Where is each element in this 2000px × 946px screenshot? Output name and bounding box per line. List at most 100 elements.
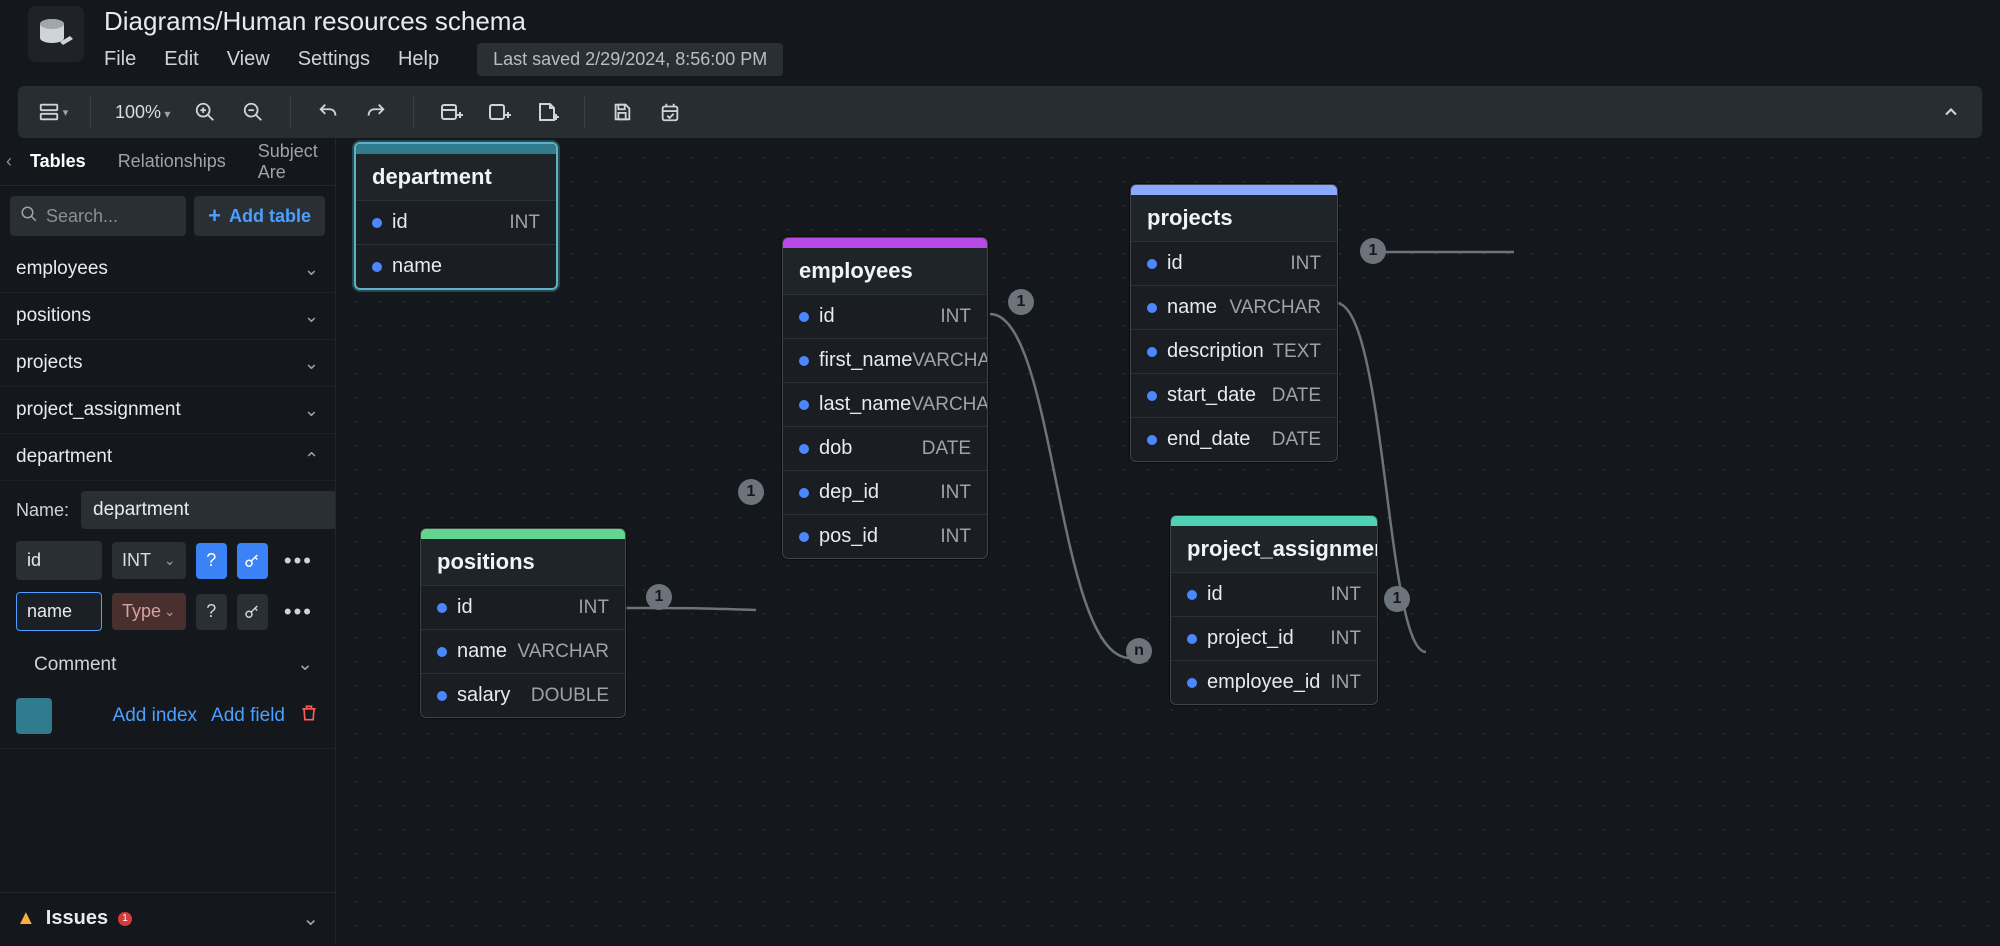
issues-panel-toggle[interactable]: ▲ Issues 1 ⌄ — [0, 892, 335, 944]
sidebar-item-projects[interactable]: projects ⌄ — [0, 340, 335, 387]
chevron-down-icon: ⌄ — [302, 906, 319, 931]
table-card-employees[interactable]: employees idINT first_nameVARCHAR last_n… — [782, 237, 988, 559]
add-table-icon[interactable] — [432, 93, 470, 131]
column-name: pos_id — [819, 525, 878, 548]
table-column[interactable]: first_nameVARCHAR — [783, 338, 987, 382]
field-name-input[interactable] — [16, 592, 102, 631]
column-name: end_date — [1167, 428, 1250, 451]
menu-settings[interactable]: Settings — [298, 48, 370, 71]
table-column[interactable]: idINT — [783, 294, 987, 338]
table-card-department[interactable]: department id INT name — [354, 142, 558, 290]
column-type: INT — [1290, 253, 1321, 275]
field-type-select[interactable]: INT ⌄ — [112, 542, 186, 579]
table-card-project-assignment[interactable]: project_assignment idINT project_idINT e… — [1170, 515, 1378, 705]
field-name-input[interactable] — [16, 541, 102, 580]
field-type-select[interactable]: Type ⌄ — [112, 593, 186, 630]
primary-key-toggle[interactable] — [237, 594, 268, 630]
column-type: INT — [578, 597, 609, 619]
table-column[interactable]: dep_idINT — [783, 470, 987, 514]
add-index-button[interactable]: Add index — [113, 705, 198, 727]
chevron-down-icon: ⌄ — [304, 353, 319, 374]
layout-dropdown[interactable]: ▾ — [34, 93, 72, 131]
comment-label: Comment — [34, 654, 116, 676]
table-column[interactable]: id INT — [356, 200, 556, 244]
table-card-projects[interactable]: projects idINT nameVARCHAR descriptionTE… — [1130, 184, 1338, 462]
table-column[interactable]: start_dateDATE — [1131, 373, 1337, 417]
chevron-down-icon: ⌄ — [304, 306, 319, 327]
column-type: VARCHAR — [518, 641, 610, 663]
tab-tables[interactable]: Tables — [16, 141, 100, 182]
menu-edit[interactable]: Edit — [164, 48, 198, 71]
table-column[interactable]: last_nameVARCHAR — [783, 382, 987, 426]
zoom-out-icon[interactable] — [234, 93, 272, 131]
add-table-label: Add table — [229, 206, 311, 227]
collapse-toolbar-icon[interactable] — [1932, 93, 1970, 131]
breadcrumb[interactable]: Diagrams/Human resources schema — [104, 6, 783, 37]
comment-toggle[interactable]: Comment ⌄ — [16, 643, 319, 682]
column-type: INT — [940, 306, 971, 328]
redo-icon[interactable] — [357, 93, 395, 131]
column-name: last_name — [819, 393, 911, 416]
table-column[interactable]: idINT — [1171, 572, 1377, 616]
field-more-icon[interactable]: ••• — [278, 599, 319, 625]
table-card-positions[interactable]: positions idINT nameVARCHAR salaryDOUBLE — [420, 528, 626, 718]
nullable-toggle[interactable]: ? — [196, 594, 227, 630]
menu-view[interactable]: View — [227, 48, 270, 71]
app-logo[interactable] — [28, 6, 84, 62]
table-column[interactable]: nameVARCHAR — [1131, 285, 1337, 329]
tab-relationships[interactable]: Relationships — [104, 141, 240, 182]
sidebar-item-project-assignment[interactable]: project_assignment ⌄ — [0, 387, 335, 434]
column-type: INT — [509, 212, 540, 234]
tab-subject-areas[interactable]: Subject Are — [244, 131, 332, 193]
search-icon — [20, 205, 38, 228]
table-column[interactable]: name — [356, 244, 556, 288]
add-area-icon[interactable] — [480, 93, 518, 131]
cardinality-badge: 1 — [1360, 238, 1386, 264]
add-field-button[interactable]: Add field — [211, 705, 285, 727]
sidebar-item-employees[interactable]: employees ⌄ — [0, 246, 335, 293]
sidebar-item-label: employees — [16, 258, 108, 280]
primary-key-toggle[interactable] — [237, 543, 268, 579]
table-column[interactable]: idINT — [421, 585, 625, 629]
table-column[interactable]: descriptionTEXT — [1131, 329, 1337, 373]
nullable-toggle[interactable]: ? — [196, 543, 227, 579]
field-type-label: INT — [122, 550, 151, 571]
delete-table-icon[interactable] — [299, 703, 319, 729]
column-type: DOUBLE — [531, 685, 609, 707]
autosave-icon[interactable] — [651, 93, 689, 131]
table-column[interactable]: end_date DATE — [1131, 417, 1337, 461]
table-title: employees — [783, 248, 987, 294]
table-name-input[interactable] — [81, 491, 335, 529]
sidebar-item-label: project_assignment — [16, 399, 181, 421]
table-column[interactable]: project_idINT — [1171, 616, 1377, 660]
column-type: DATE — [1272, 429, 1321, 451]
search-input[interactable] — [46, 206, 176, 227]
plus-icon: + — [208, 203, 221, 229]
add-note-icon[interactable] — [528, 93, 566, 131]
table-column[interactable]: salaryDOUBLE — [421, 673, 625, 717]
field-type-label: Type — [122, 601, 161, 622]
table-column[interactable]: dobDATE — [783, 426, 987, 470]
field-more-icon[interactable]: ••• — [278, 548, 319, 574]
search-box[interactable] — [10, 196, 186, 236]
diagram-canvas[interactable]: department id INT name employees idINT f… — [336, 138, 2000, 944]
zoom-in-icon[interactable] — [186, 93, 224, 131]
column-name: project_id — [1207, 627, 1294, 650]
save-icon[interactable] — [603, 93, 641, 131]
table-column[interactable]: idINT — [1131, 241, 1337, 285]
add-table-button[interactable]: + Add table — [194, 196, 325, 236]
table-column[interactable]: pos_idINT — [783, 514, 987, 558]
menu-file[interactable]: File — [104, 48, 136, 71]
table-color-swatch[interactable] — [16, 698, 52, 734]
table-column[interactable]: employee_idINT — [1171, 660, 1377, 704]
sidebar-item-positions[interactable]: positions ⌄ — [0, 293, 335, 340]
tables-tree: employees ⌄ positions ⌄ projects ⌄ proje… — [0, 246, 335, 892]
tabs-scroll-left-icon[interactable]: ‹ — [6, 151, 12, 172]
zoom-level[interactable]: 100% — [109, 102, 176, 123]
column-name: dep_id — [819, 481, 879, 504]
menu-help[interactable]: Help — [398, 48, 439, 71]
column-type: INT — [1330, 672, 1361, 694]
table-column[interactable]: nameVARCHAR — [421, 629, 625, 673]
undo-icon[interactable] — [309, 93, 347, 131]
sidebar-item-department[interactable]: department ⌄ — [0, 434, 335, 481]
